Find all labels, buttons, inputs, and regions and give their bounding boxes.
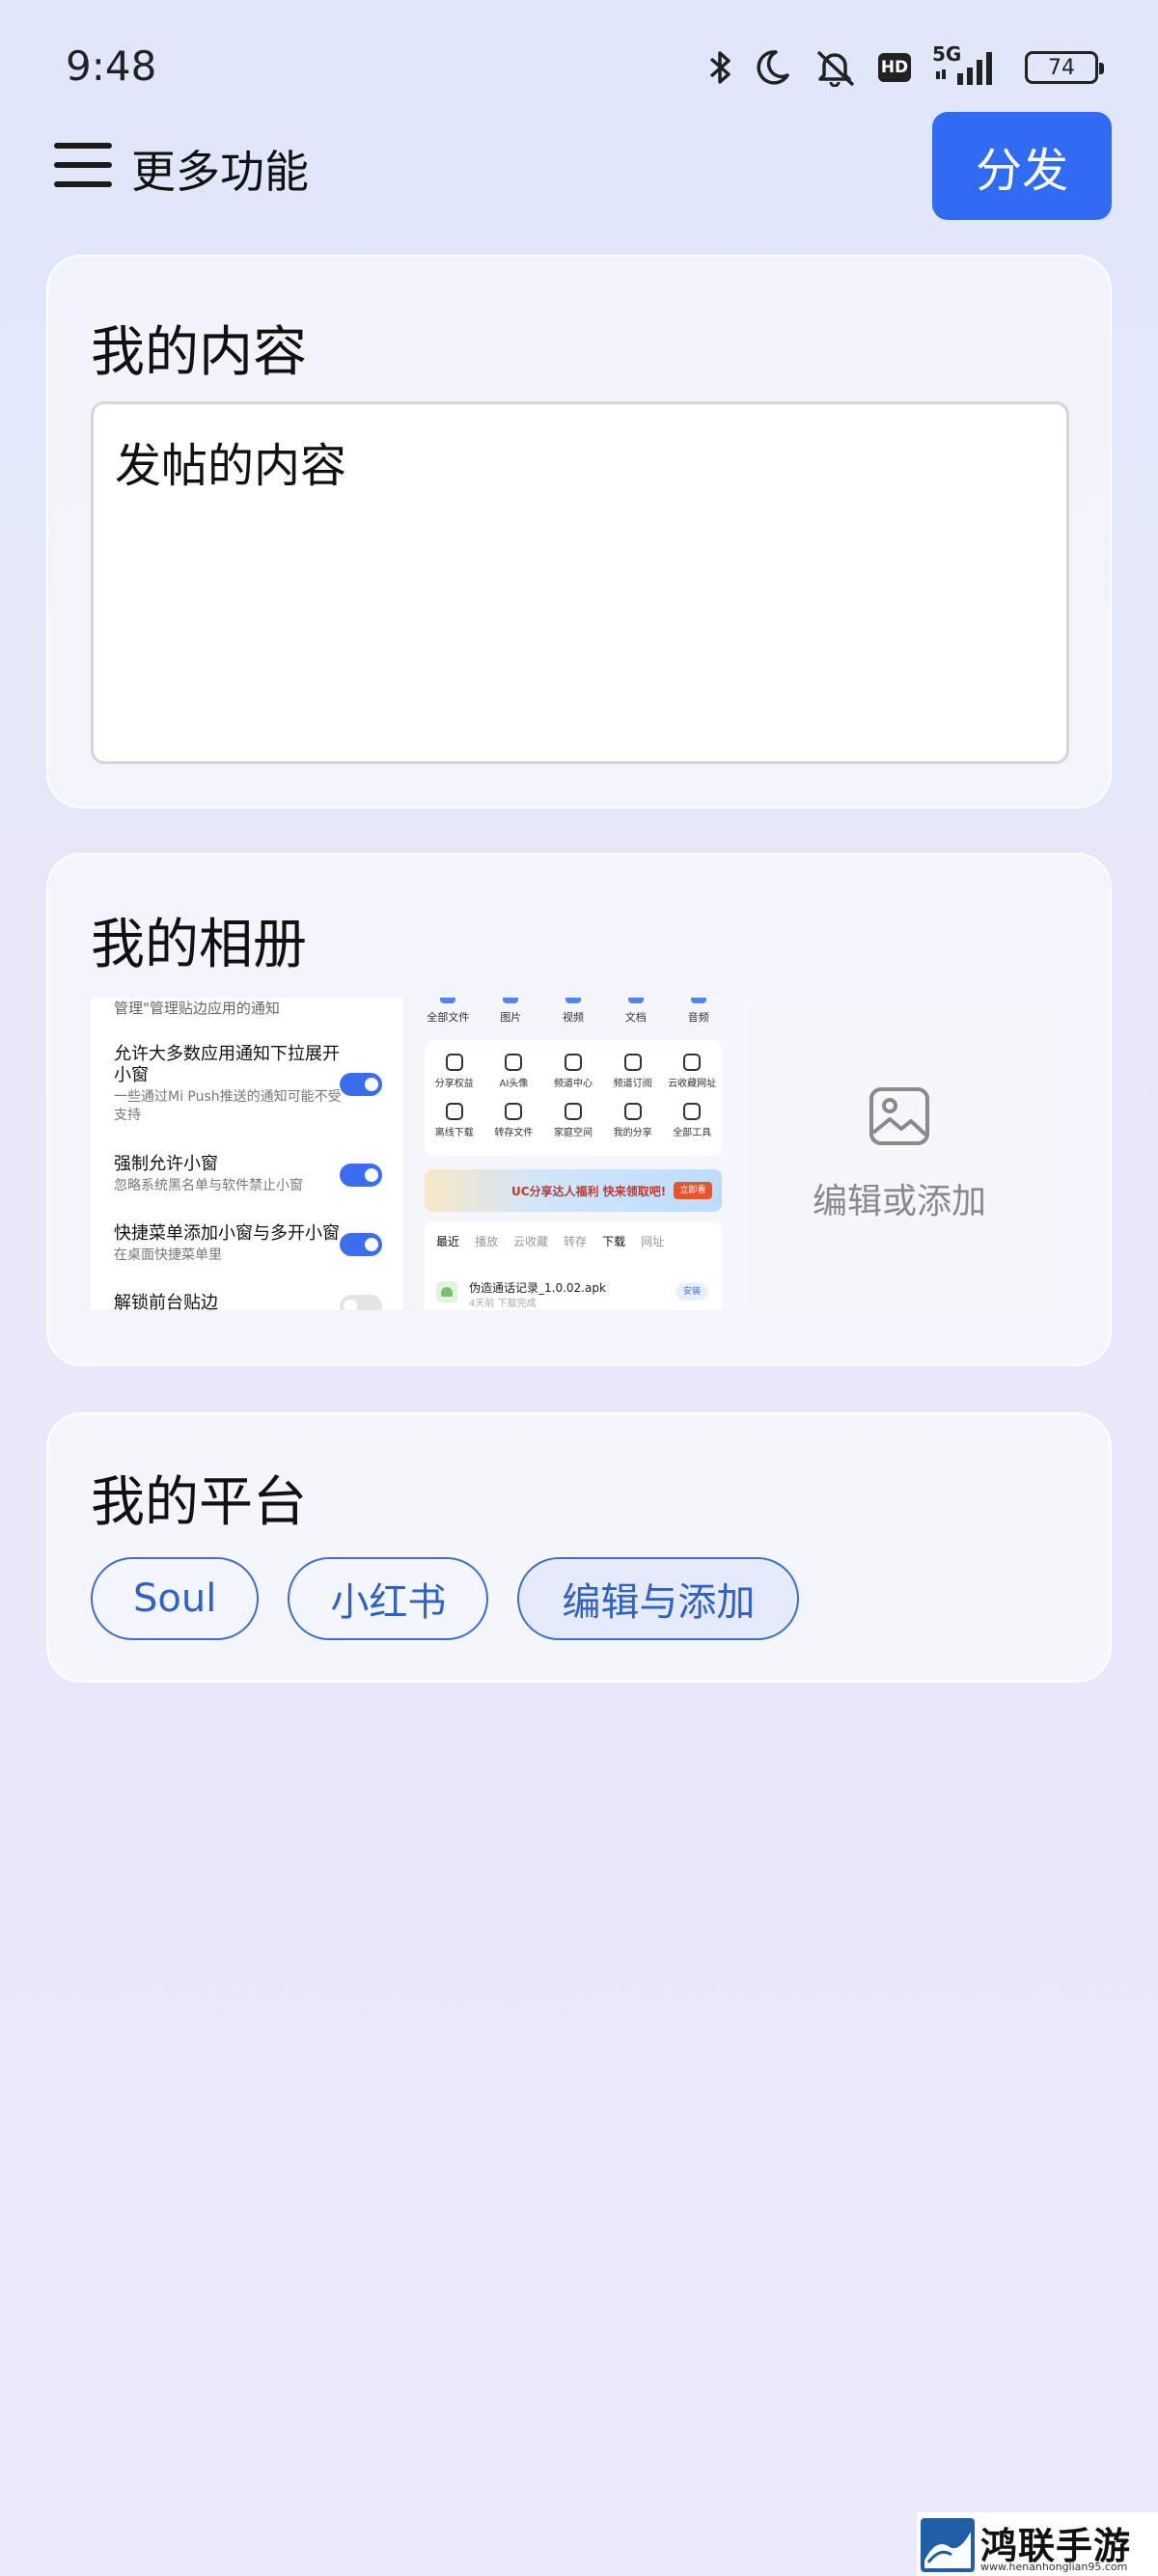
tool-icon [505, 1054, 523, 1071]
thumb-app-top-item: 全部文件 [420, 998, 476, 1036]
bluetooth-icon [708, 48, 733, 87]
thumb-app-file-row: 伪造通话记录_1.0.02.apk 4天前 下载完成 安装 [436, 1279, 716, 1309]
platform-edit-add-button[interactable]: 编辑与添加 [517, 1557, 800, 1640]
thumb-app-tool-label: 我的分享 [613, 1128, 652, 1138]
thumb-app-install-button: 安装 [676, 1283, 708, 1301]
status-icons: HD 5G 74 [708, 42, 1104, 89]
thumb-app-banner: UC分享达人福利 快来领取吧! 立即看 [425, 1169, 722, 1212]
status-time: 9:48 [66, 42, 157, 90]
thumb-app-banner-text: UC分享达人福利 快来领取吧! [511, 1185, 667, 1198]
tool-icon [445, 1054, 463, 1071]
thumb-setting-row: 允许大多数应用通知下拉展开小窗 一些通过Mi Push推送的通知可能不受支持 [114, 1044, 345, 1125]
image-icon [868, 1086, 930, 1150]
thumb-setting-title: 快捷菜单添加小窗与多开小窗 [114, 1223, 340, 1244]
thumb-app-tool: 我的分享 [603, 1103, 663, 1138]
thumb-app-tool: 频道中心 [543, 1054, 603, 1089]
thumb-app-tool: 分享权益 [425, 1054, 484, 1089]
album-add-label: 编辑或添加 [812, 1182, 986, 1221]
content-card: 我的内容 发帖的内容 [46, 255, 1112, 808]
album-thumbnail-app[interactable]: 全部文件 图片 视频 文档 音频 分享权益 AI头像 频道中心 频道订阅 云收藏… [417, 998, 730, 1310]
platform-chip-xiaohongshu[interactable]: 小红书 [288, 1557, 489, 1640]
apk-icon [436, 1281, 457, 1302]
thumb-app-tool: AI头像 [484, 1054, 544, 1089]
thumb-app-tab: 下载 [602, 1235, 626, 1248]
thumb-app-tool-label: 云收藏网址 [668, 1079, 717, 1089]
thumb-setting-desc: 在桌面快捷菜单里 [114, 1247, 222, 1263]
album-thumbnail-settings[interactable]: 管理"管理贴边应用的通知 允许大多数应用通知下拉展开小窗 一些通过Mi Push… [91, 998, 403, 1310]
platform-card: 我的平台 Soul 小红书 编辑与添加 [46, 1412, 1112, 1683]
tool-icon [683, 1103, 702, 1120]
tool-icon [623, 1103, 642, 1120]
platform-chips: Soul 小红书 编辑与添加 [91, 1557, 800, 1640]
thumb-app-tool: 云收藏网址 [662, 1054, 722, 1089]
thumb-setting-desc: 一些通过Mi Push推送的通知可能不受支持 [114, 1089, 342, 1123]
album-card: 我的相册 管理"管理贴边应用的通知 允许大多数应用通知下拉展开小窗 一些通过Mi… [46, 853, 1112, 1366]
thumb-app-list: 最近 播放 云收藏 转存 下载 网址 伪造通话记录_1.0.02.apk 4天前… [425, 1221, 722, 1310]
send-button[interactable]: 分发 [932, 112, 1112, 220]
thumb-setting-title: 解锁前台贴边 [114, 1293, 218, 1310]
thumb-setting-row: 解锁前台贴边 [114, 1293, 345, 1310]
tool-icon [564, 1103, 582, 1120]
thumb-app-file-meta: 4天前 下载完成 [469, 1299, 537, 1309]
watermark-url: www.henanhonglian95.com [980, 2561, 1128, 2573]
thumb-setting-row: 强制允许小窗 忽略系统黑名单与软件禁止小窗 [114, 1154, 345, 1195]
thumb-app-tool-label: AI头像 [499, 1079, 529, 1089]
thumb-app-tab: 转存 [564, 1235, 588, 1248]
battery-icon: 74 [1025, 51, 1104, 84]
thumb-app-tool-label: 家庭空间 [553, 1128, 593, 1138]
tool-icon [505, 1103, 523, 1120]
thumb-text: 管理"管理贴边应用的通知 [114, 1000, 280, 1017]
thumb-toggle [340, 1164, 382, 1187]
thumb-app-tool-label: 离线下载 [434, 1128, 474, 1138]
tool-icon [445, 1103, 463, 1120]
thumb-app-top-item: 音频 [671, 998, 727, 1036]
thumb-app-tool-label: 频道中心 [553, 1079, 593, 1089]
thumb-app-tabs: 最近 播放 云收藏 转存 下载 网址 [436, 1233, 664, 1249]
thumb-setting-desc: 忽略系统黑名单与软件禁止小窗 [114, 1178, 303, 1193]
thumb-toggle [340, 1295, 382, 1310]
thumb-app-top-item: 文档 [608, 998, 664, 1036]
tool-icon [623, 1054, 642, 1071]
thumb-app-tool: 离线下载 [425, 1103, 484, 1138]
tool-icon [564, 1054, 582, 1071]
thumb-setting-title: 允许大多数应用通知下拉展开小窗 [114, 1044, 340, 1085]
content-section-title: 我的内容 [91, 321, 307, 384]
thumb-app-tool-label: 全部工具 [673, 1128, 712, 1138]
menu-icon[interactable] [54, 143, 112, 187]
thumb-app-tool: 转存文件 [484, 1103, 544, 1138]
album-section-title: 我的相册 [91, 914, 307, 976]
thumb-app-tab: 最近 [436, 1235, 460, 1248]
thumb-app-tool: 频道订阅 [603, 1054, 663, 1089]
thumb-app-top-item: 视频 [545, 998, 601, 1036]
thumb-app-top-item: 图片 [482, 998, 538, 1036]
moon-icon [755, 48, 791, 87]
thumb-app-tool: 家庭空间 [543, 1103, 603, 1138]
thumb-app-tab: 网址 [641, 1235, 665, 1248]
tool-icon [683, 1054, 702, 1071]
thumb-setting-row: 快捷菜单添加小窗与多开小窗 在桌面快捷菜单里 [114, 1223, 345, 1265]
watermark-logo-icon [921, 2518, 975, 2572]
thumb-app-file-name: 伪造通话记录_1.0.02.apk [469, 1281, 606, 1295]
mute-icon [813, 48, 857, 87]
watermark: 鸿联手游网 www.henanhonglian95.com [917, 2512, 1158, 2576]
thumb-app-banner-button: 立即看 [674, 1182, 712, 1199]
thumb-app-tool-label: 频道订阅 [613, 1079, 652, 1089]
thumb-app-tab: 播放 [475, 1235, 499, 1248]
platform-chip-soul[interactable]: Soul [91, 1557, 260, 1640]
post-content-input[interactable]: 发帖的内容 [91, 401, 1069, 764]
thumb-setting-title: 强制允许小窗 [114, 1154, 218, 1174]
thumb-app-tab: 云收藏 [513, 1235, 549, 1248]
platform-section-title: 我的平台 [91, 1471, 307, 1534]
page-title: 更多功能 [131, 146, 309, 198]
thumb-app-tools: 分享权益 AI头像 频道中心 频道订阅 云收藏网址 离线下载 转存文件 家庭空间… [425, 1040, 722, 1156]
thumb-toggle [340, 1233, 382, 1256]
thumb-app-tool-label: 转存文件 [494, 1128, 534, 1138]
hd-icon: HD [878, 53, 911, 82]
thumb-app-tool: 全部工具 [662, 1103, 722, 1138]
signal-icon: 5G [932, 42, 1004, 89]
thumb-app-tool-label: 分享权益 [434, 1079, 474, 1089]
thumb-app-top: 全部文件 图片 视频 文档 音频 [417, 998, 730, 1036]
thumb-toggle [340, 1073, 382, 1096]
album-add-button[interactable]: 编辑或添加 [743, 998, 1056, 1310]
